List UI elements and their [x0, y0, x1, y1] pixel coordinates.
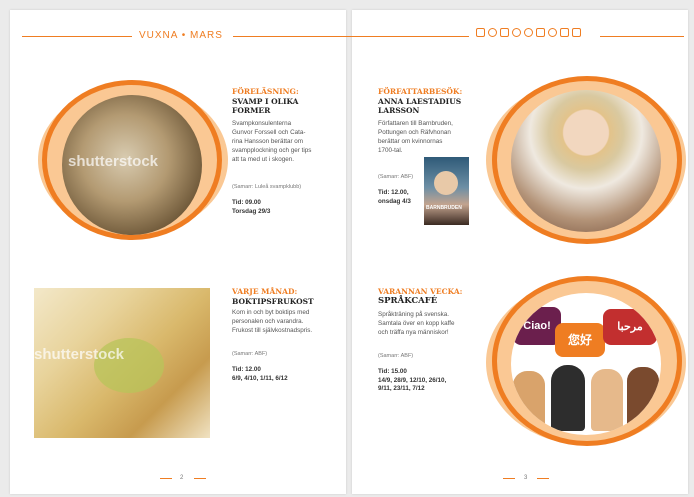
event-body-line: och träffa nya människor!	[378, 329, 449, 336]
mushroom-photo: shutterstock	[62, 95, 202, 235]
book-icon	[500, 28, 509, 37]
event-body-line: Samtala över en kopp kaffe	[378, 320, 455, 327]
header-rule-middle	[233, 36, 469, 37]
event-body-line: Frukost till självkostnadspris.	[232, 327, 313, 334]
event-title: BOKTIPSFRUKOST	[232, 297, 314, 306]
event-schedule: Tid: 09.00 Torsdag 29/3	[232, 199, 270, 216]
event-category: VARJE MÅNAD:	[232, 287, 298, 296]
header-icons	[476, 28, 581, 37]
event-body: Kom in och byt boktips med personalen oc…	[232, 308, 342, 335]
event-schedule: Tid: 12.00, onsdag 4/3	[378, 189, 411, 206]
breakfast-photo: shutterstock	[34, 288, 210, 438]
speech-bubble-chinese: 您好	[555, 323, 605, 357]
event-body-line: Pottungen och Räfvhonan	[378, 129, 451, 136]
event-date: 6/9, 4/10, 1/11, 6/12	[232, 374, 288, 382]
footer-dash	[194, 478, 206, 479]
event-title: SPRÅKCAFÉ	[378, 296, 438, 306]
footer-dash	[160, 478, 172, 479]
event-time: Tid: 15.00	[378, 368, 407, 375]
photo-watermark: shutterstock	[68, 153, 159, 170]
page-number: 3	[524, 475, 528, 481]
header-title: VUXNA • MARS	[139, 30, 223, 41]
gamepad-icon	[560, 28, 569, 37]
event-body: Svampkonsulenterna Gunvor Forssell och C…	[232, 119, 342, 164]
book-cover: BARNBRUDEN	[424, 157, 469, 225]
author-photo	[511, 90, 661, 232]
event-body-line: svampplockning och ger tips	[232, 147, 312, 154]
speech-bubble-ciao: Ciao!	[513, 307, 561, 345]
event-organizer: (Samarr: ABF)	[378, 353, 414, 359]
event-organizer: (Samarr: Luleå svampklubb)	[232, 184, 302, 190]
event-body-line: Författaren till Barnbruden,	[378, 120, 453, 127]
event-title-line: LARSSON	[378, 106, 420, 115]
footer-dash	[503, 478, 515, 479]
globe-icon	[488, 28, 497, 37]
event-organizer: (Samarr: ABF)	[232, 351, 268, 357]
event-title: SVAMP I OLIKA FORMER	[232, 97, 299, 115]
printer-icon	[572, 28, 581, 37]
header-month: MARS	[189, 30, 223, 41]
disc-icon	[524, 28, 533, 37]
event-body-line: Svampkonsulenterna	[232, 120, 292, 127]
header-section: VUXNA	[139, 30, 178, 41]
person-figure	[513, 371, 545, 431]
event-title-line: SVAMP I OLIKA	[232, 97, 299, 106]
event-schedule: Tid: 12.00 6/9, 4/10, 1/11, 6/12	[232, 366, 288, 383]
footer-dash	[537, 478, 549, 479]
header-rule-left	[22, 36, 132, 37]
cover-face	[434, 171, 458, 195]
header-separator: •	[181, 30, 187, 41]
event-body-line: 1700-tal.	[378, 147, 403, 154]
language-illustration: Ciao! 您好 مرحبا	[511, 293, 661, 435]
building-icon	[476, 28, 485, 37]
event-date: onsdag 4/3	[378, 197, 411, 205]
event-time: Tid: 12.00,	[378, 189, 409, 196]
event-body: Språkträning på svenska. Samtala över en…	[378, 310, 488, 337]
event-category: FÖRFATTARBESÖK:	[378, 87, 463, 96]
event-organizer: (Samarr: ABF)	[378, 174, 414, 180]
speech-bubble-arabic: مرحبا	[603, 309, 657, 345]
event-time: Tid: 09.00	[232, 199, 261, 206]
event-body-line: Språkträning på svenska.	[378, 311, 450, 318]
event-schedule: Tid: 15.00 14/9, 28/9, 12/10, 26/10, 9/1…	[378, 368, 446, 394]
event-date: 9/11, 23/11, 7/12	[378, 385, 425, 392]
event-body-line: rina Hansson berättar om	[232, 138, 304, 145]
event-title-line: FORMER	[232, 106, 271, 115]
book-cover-title: BARNBRUDEN	[426, 205, 462, 211]
laptop-icon	[536, 28, 545, 37]
event-body-line: berättar om kvinnornas	[378, 138, 443, 145]
person-figure	[551, 365, 585, 431]
photo-watermark: shutterstock	[34, 346, 125, 363]
event-time: Tid: 12.00	[232, 366, 261, 373]
event-body-line: personalen och varandra.	[232, 318, 304, 325]
headphones-icon	[548, 28, 557, 37]
person-figure	[591, 369, 623, 431]
event-body-line: Gunvor Forssell och Cata-	[232, 129, 306, 136]
event-body: Författaren till Barnbruden, Pottungen o…	[378, 119, 488, 155]
header-rule-right	[600, 36, 684, 37]
people-icon	[512, 28, 521, 37]
event-title: ANNA LAESTADIUS LARSSON	[378, 97, 461, 115]
page-number: 2	[180, 475, 184, 481]
event-title-line: ANNA LAESTADIUS	[378, 97, 462, 106]
event-body-line: att ta med ut i skogen.	[232, 156, 294, 163]
event-date: 14/9, 28/9, 12/10, 26/10,	[378, 376, 447, 384]
person-figure	[627, 367, 659, 431]
event-body-line: Kom in och byt boktips med	[232, 309, 310, 316]
event-category: FÖRELÄSNING:	[232, 87, 299, 96]
event-category: VARANNAN VECKA:	[378, 287, 463, 296]
event-date: Torsdag 29/3	[232, 207, 271, 215]
